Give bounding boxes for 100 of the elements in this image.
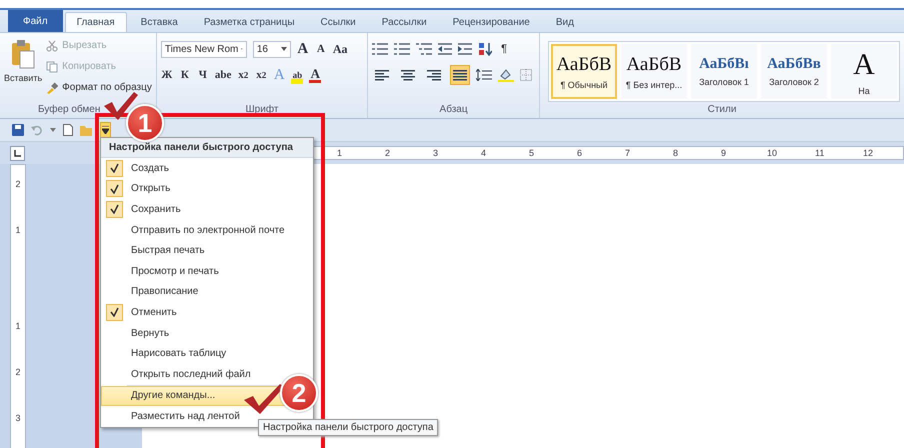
- style-name: Заголовок 2: [769, 77, 819, 87]
- ruler-number: 1: [15, 225, 20, 235]
- tooltip: Настройка панели быстрого доступа: [258, 419, 438, 436]
- check-icon: [110, 204, 119, 214]
- menu-title: Настройка панели быстрого доступа: [101, 138, 313, 158]
- menu-item[interactable]: Открыть последний файл: [101, 364, 258, 385]
- style-name: ¶ Обычный: [560, 80, 608, 90]
- menu-item[interactable]: Нарисовать таблицу: [101, 343, 234, 364]
- style-sample: АаБбВ: [556, 54, 612, 76]
- ruler-number: 5: [528, 148, 535, 158]
- font-button[interactable]: Ж: [160, 66, 173, 84]
- style-tile[interactable]: АаБбВ ¶ Без интер...: [621, 44, 687, 99]
- group-label: Шрифт: [244, 103, 280, 117]
- vertical-ruler[interactable]: 2 1 1 2 3: [10, 164, 26, 448]
- ribbon-tab[interactable]: Разметка страницы: [192, 12, 307, 32]
- line-spacing-icon: [476, 69, 492, 81]
- ruler-number: 4: [480, 148, 487, 158]
- ruler-number: 10: [767, 148, 776, 158]
- style-sample: А: [853, 48, 875, 82]
- font-button[interactable]: Ч: [196, 66, 209, 84]
- tab-selector[interactable]: [10, 146, 25, 160]
- brush-icon: [46, 82, 58, 94]
- numbering-icon: [394, 43, 410, 55]
- menu-item[interactable]: Просмотр и печать: [101, 260, 226, 282]
- show-marks-button[interactable]: ¶: [498, 40, 510, 58]
- ruler-number: 2: [15, 179, 20, 189]
- ruler-number: 7: [624, 148, 631, 158]
- caret-icon[interactable]: [50, 128, 56, 132]
- group-label: Буфер обмен: [38, 103, 100, 117]
- menu-item[interactable]: Открыть: [101, 178, 178, 200]
- ruler-number: 11: [815, 148, 824, 158]
- ruler-number: 2: [384, 148, 391, 158]
- align-icon: [453, 69, 468, 81]
- font-button[interactable]: A: [314, 40, 327, 58]
- menu-item[interactable]: Создать: [101, 158, 176, 179]
- check-icon: [110, 307, 119, 318]
- style-tile[interactable]: А На: [831, 44, 897, 99]
- font-name-field[interactable]: Times New Rom: [160, 40, 247, 58]
- style-sample: АаБбВı: [699, 56, 749, 73]
- new-document-icon[interactable]: [63, 124, 73, 136]
- style-name: ¶ Без интер...: [626, 80, 682, 90]
- align-icon: [375, 69, 390, 81]
- group-label: Стили: [706, 103, 738, 117]
- style-name: На: [858, 86, 870, 96]
- customize-toolbar-button[interactable]: [100, 122, 111, 138]
- save-icon[interactable]: [12, 124, 24, 136]
- style-tile[interactable]: АаБбВı Заголовок 1: [691, 44, 757, 99]
- align-button[interactable]: [450, 65, 470, 85]
- ruler-number: 3: [15, 413, 20, 423]
- dropdown-icon: [280, 47, 287, 51]
- style-tile[interactable]: АаБбВ ¶ Обычный: [551, 44, 617, 99]
- group-label: Абзац: [438, 103, 469, 117]
- checkmark-drawing: [244, 384, 284, 414]
- ribbon-tab[interactable]: Вставка: [128, 12, 190, 32]
- bullets-icon: [372, 43, 388, 55]
- ruler-number: 3: [432, 148, 439, 158]
- caret-icon: [102, 126, 109, 134]
- menu-item[interactable]: Вернуть: [101, 322, 176, 344]
- menu-item[interactable]: Отменить: [101, 302, 184, 323]
- menu-item[interactable]: Разместить над лентой: [101, 406, 247, 427]
- sort-icon: [478, 42, 492, 56]
- font-button[interactable]: A: [309, 67, 322, 83]
- ribbon-tab[interactable]: Вид: [544, 12, 586, 32]
- increase-indent-icon: [458, 43, 472, 55]
- font-button[interactable]: Aa: [332, 40, 348, 58]
- multilevel-list-icon: [416, 43, 432, 55]
- ribbon-tab[interactable]: Ссылки: [308, 12, 368, 32]
- style-tile[interactable]: АаБбВв Заголовок 2: [761, 44, 827, 99]
- copy-icon: [46, 60, 58, 72]
- tab-stop-icon: [14, 150, 21, 156]
- clipboard-icon: [11, 39, 36, 69]
- file-tab[interactable]: Файл: [8, 10, 63, 32]
- font-button[interactable]: abe: [214, 66, 232, 84]
- decrease-indent-icon: [438, 43, 452, 55]
- ruler-number: 1: [336, 148, 343, 158]
- font-size-field[interactable]: 16: [252, 40, 291, 58]
- font-button[interactable]: A: [296, 40, 309, 58]
- check-icon: [110, 184, 119, 194]
- ribbon-tab[interactable]: Рассылки: [370, 12, 439, 32]
- ruler-number: 8: [672, 148, 679, 158]
- format-painter-button[interactable]: Формат по образцу: [46, 79, 152, 96]
- paste-button[interactable]: Вставить: [4, 37, 42, 102]
- ribbon-tab[interactable]: Рецензирование: [440, 12, 542, 32]
- menu-item[interactable]: Быстрая печать: [101, 240, 212, 261]
- ruler-number: 6: [576, 148, 583, 158]
- ruler-number: 1: [15, 321, 20, 331]
- font-button[interactable]: К: [178, 66, 191, 84]
- ruler-number: 12: [863, 148, 872, 158]
- menu-item[interactable]: Отправить по электронной почте: [101, 220, 292, 240]
- align-icon: [427, 69, 442, 81]
- scissors-icon: [46, 40, 58, 52]
- ribbon-tab[interactable]: Главная: [64, 12, 127, 32]
- align-icon: [401, 69, 416, 81]
- borders-icon: [520, 69, 532, 81]
- ruler-number: 9: [720, 148, 727, 158]
- menu-item[interactable]: Сохранить: [101, 199, 188, 220]
- ruler-number: 2: [15, 367, 20, 377]
- menu-item[interactable]: Правописание: [101, 282, 206, 302]
- check-icon: [110, 163, 119, 174]
- shading-icon: [498, 68, 514, 82]
